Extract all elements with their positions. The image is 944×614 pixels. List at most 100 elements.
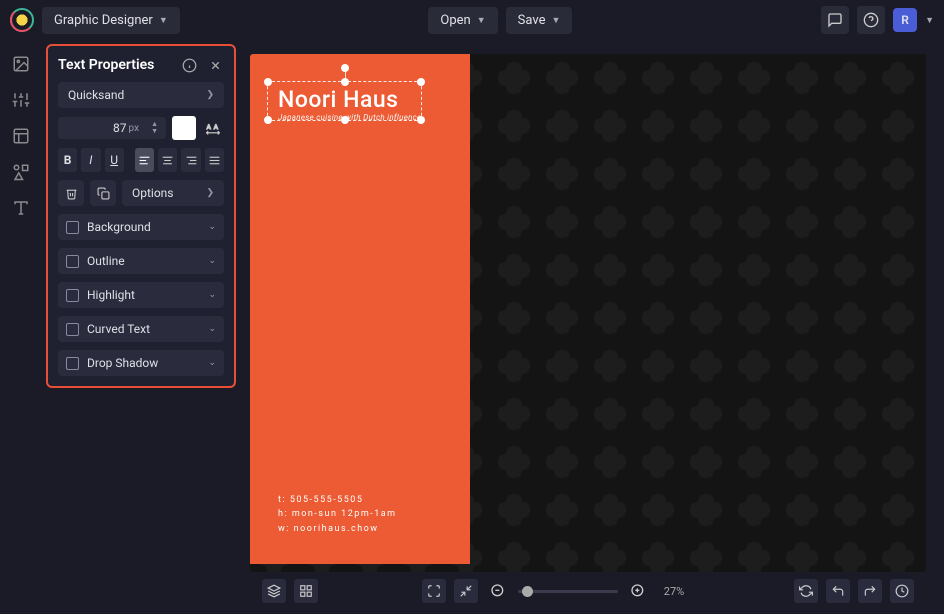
save-label: Save: [518, 13, 546, 28]
text-properties-panel: Text Properties Quicksand ❯ 87 px: [46, 44, 236, 388]
rail-adjust-button[interactable]: [9, 88, 33, 112]
copy-icon: [97, 187, 110, 200]
font-size-value: 87: [113, 121, 127, 135]
align-justify-button[interactable]: [205, 148, 224, 172]
redo-button[interactable]: [858, 579, 882, 603]
options-dropdown[interactable]: Options ❯: [122, 180, 224, 206]
help-button[interactable]: [857, 6, 885, 34]
resize-handle-tl[interactable]: [264, 78, 272, 86]
maximize-icon: [427, 584, 441, 598]
accordion-highlight[interactable]: Highlight ⌄: [58, 282, 224, 308]
align-center-icon: [161, 154, 174, 167]
history-button[interactable]: [890, 579, 914, 603]
panel-close-button[interactable]: [206, 56, 224, 74]
undo-button[interactable]: [826, 579, 850, 603]
redo-icon: [863, 584, 877, 598]
layers-icon: [267, 584, 281, 598]
font-family-value: Quicksand: [68, 88, 124, 102]
zoom-slider[interactable]: [518, 590, 618, 593]
save-button[interactable]: Save ▼: [506, 7, 573, 34]
accordion-label: Drop Shadow: [87, 356, 200, 370]
canvas-footer-web[interactable]: w: noorihaus.chow: [278, 522, 397, 536]
user-avatar[interactable]: R: [893, 8, 917, 32]
refresh-icon: [799, 584, 813, 598]
trash-icon: [65, 187, 78, 200]
rail-templates-button[interactable]: [9, 124, 33, 148]
fit-button[interactable]: [454, 579, 478, 603]
help-icon: [863, 12, 879, 28]
chevron-down-icon[interactable]: ▼: [925, 15, 934, 26]
zoom-out-icon: [490, 583, 506, 599]
resize-handle-tr[interactable]: [417, 78, 425, 86]
checkbox-curved-text[interactable]: [66, 323, 79, 336]
checkbox-highlight[interactable]: [66, 289, 79, 302]
app-mode-dropdown[interactable]: Graphic Designer ▼: [42, 7, 180, 34]
chevron-down-icon: ⌄: [208, 324, 216, 334]
text-color-swatch[interactable]: [172, 116, 196, 140]
duplicate-button[interactable]: [90, 180, 116, 206]
open-button[interactable]: Open ▼: [428, 7, 497, 34]
panel-info-button[interactable]: [180, 56, 198, 74]
align-center-button[interactable]: [158, 148, 177, 172]
resize-handle-t[interactable]: [341, 78, 349, 86]
rotate-handle[interactable]: [341, 64, 349, 72]
zoom-in-icon: [630, 583, 646, 599]
fullscreen-button[interactable]: [422, 579, 446, 603]
zoom-slider-thumb[interactable]: [522, 586, 533, 597]
align-justify-icon: [208, 154, 221, 167]
font-size-input[interactable]: 87 px ▲ ▼: [58, 117, 166, 139]
accordion-drop-shadow[interactable]: Drop Shadow ⌄: [58, 350, 224, 376]
close-icon: [209, 59, 222, 72]
underline-button[interactable]: U: [105, 148, 124, 172]
char-spacing-icon: AA: [205, 121, 221, 135]
step-down-icon[interactable]: ▼: [151, 128, 158, 135]
rail-text-button[interactable]: [9, 196, 33, 220]
canvas-subtitle-text[interactable]: Japanese cuisine with Dutch influence.: [278, 113, 442, 122]
app-logo[interactable]: [10, 8, 34, 32]
chevron-right-icon: ❯: [206, 90, 214, 100]
rail-images-button[interactable]: [9, 52, 33, 76]
accordion-label: Highlight: [87, 288, 200, 302]
svg-text:A: A: [207, 123, 212, 131]
italic-button[interactable]: I: [81, 148, 100, 172]
comments-button[interactable]: [821, 6, 849, 34]
zoom-out-button[interactable]: [486, 579, 510, 603]
bold-button[interactable]: B: [58, 148, 77, 172]
accordion-outline[interactable]: Outline ⌄: [58, 248, 224, 274]
accordion-label: Curved Text: [87, 322, 200, 336]
canvas-viewport[interactable]: Noori Haus Japanese cuisine with Dutch i…: [250, 54, 926, 572]
info-icon: [182, 58, 197, 73]
options-label: Options: [132, 186, 174, 200]
revert-button[interactable]: [794, 579, 818, 603]
character-spacing-button[interactable]: AA: [202, 117, 224, 139]
rail-graphics-button[interactable]: [9, 160, 33, 184]
chevron-down-icon: ▼: [477, 15, 486, 26]
canvas-footer-hours[interactable]: h: mon-sun 12pm-1am: [278, 507, 397, 521]
zoom-in-button[interactable]: [626, 579, 650, 603]
delete-button[interactable]: [58, 180, 84, 206]
accordion-curved-text[interactable]: Curved Text ⌄: [58, 316, 224, 342]
checkbox-background[interactable]: [66, 221, 79, 234]
accordion-label: Outline: [87, 254, 200, 268]
checkbox-outline[interactable]: [66, 255, 79, 268]
checkbox-drop-shadow[interactable]: [66, 357, 79, 370]
canvas-title-text[interactable]: Noori Haus: [278, 86, 442, 113]
align-left-button[interactable]: [135, 148, 154, 172]
accordion-background[interactable]: Background ⌄: [58, 214, 224, 240]
bold-icon: B: [64, 153, 72, 167]
panel-title: Text Properties: [58, 57, 154, 73]
canvas-footer-phone[interactable]: t: 505-555-5505: [278, 493, 397, 507]
resize-handle-bl[interactable]: [264, 116, 272, 124]
font-family-select[interactable]: Quicksand ❯: [58, 82, 224, 108]
underline-icon: U: [110, 153, 118, 167]
layers-button[interactable]: [262, 579, 286, 603]
avatar-initial: R: [901, 13, 909, 27]
layout-icon: [12, 127, 30, 145]
text-icon: [12, 199, 30, 217]
accordion-label: Background: [87, 220, 200, 234]
chat-icon: [827, 12, 843, 28]
zoom-level: 27%: [658, 585, 690, 598]
align-right-button[interactable]: [181, 148, 200, 172]
artboard[interactable]: Noori Haus Japanese cuisine with Dutch i…: [250, 54, 470, 564]
grid-button[interactable]: [294, 579, 318, 603]
